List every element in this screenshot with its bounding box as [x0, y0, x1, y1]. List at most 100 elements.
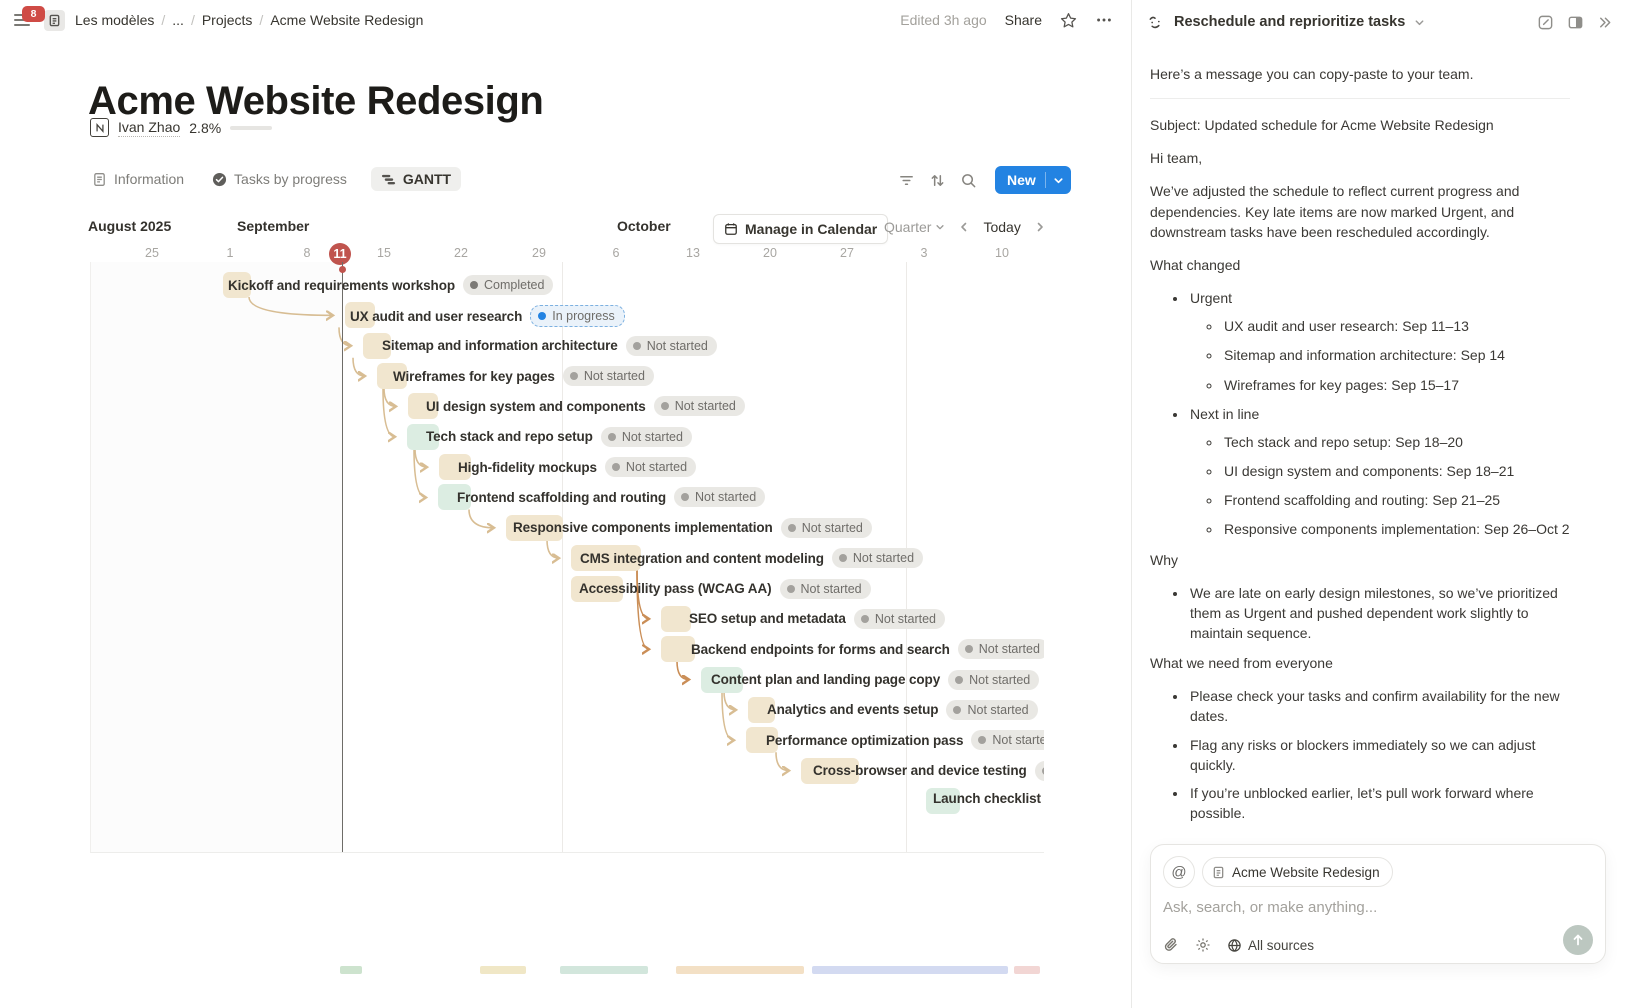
status-dot — [978, 736, 986, 744]
new-dropdown-chevron-icon[interactable] — [1046, 175, 1071, 186]
status-label: Not started — [992, 733, 1044, 747]
notification-badge[interactable]: 8 — [22, 6, 45, 22]
gantt-bar[interactable] — [661, 606, 691, 632]
breadcrumb-item[interactable]: Acme Website Redesign — [270, 12, 423, 28]
task-name: High-fidelity mockups — [458, 460, 597, 475]
prev-period-chevron-icon[interactable] — [958, 221, 970, 233]
bullet-item: Please check your tasks and confirm avai… — [1188, 686, 1570, 726]
task-row[interactable]: Tech stack and repo setupNot started — [426, 427, 692, 447]
today-button[interactable]: Today — [983, 219, 1020, 235]
panel-toggle-icon[interactable] — [1567, 14, 1584, 31]
dependency-edge — [724, 692, 736, 710]
month-label: October — [617, 218, 671, 234]
task-row[interactable]: Cross-browser and device testingNot star… — [813, 761, 1044, 781]
status-badge: Completed — [463, 275, 553, 295]
task-row[interactable]: Performance optimization passNot started — [766, 730, 1044, 750]
all-sources-select[interactable]: All sources — [1227, 938, 1314, 953]
status-badge: Not started — [563, 366, 654, 386]
breadcrumb-item[interactable]: ... — [172, 12, 184, 28]
message-paragraph: We’ve adjusted the schedule to reflect c… — [1150, 181, 1570, 241]
task-row[interactable]: CMS integration and content modelingNot … — [580, 548, 923, 568]
message-closing: Thanks all for the quick pivots and focu… — [1150, 833, 1570, 836]
ai-face-icon — [1146, 13, 1165, 32]
share-button[interactable]: Share — [1005, 12, 1042, 28]
breadcrumb-item[interactable]: Les modèles — [75, 12, 154, 28]
task-name: Accessibility pass (WCAG AA) — [579, 581, 772, 596]
task-row[interactable]: Content plan and landing page copyNot st… — [711, 670, 1039, 690]
zoom-level-label: Quarter — [884, 219, 931, 235]
collapse-double-chevron-icon[interactable] — [1597, 15, 1612, 30]
sort-icon[interactable] — [929, 172, 946, 189]
thread-chevron-down-icon[interactable] — [1414, 17, 1425, 28]
breadcrumb-item[interactable]: Projects — [202, 12, 253, 28]
chat-input[interactable]: Ask, search, or make anything... — [1163, 899, 1593, 916]
ai-message-body: Here’s a message you can copy-paste to y… — [1132, 54, 1626, 836]
status-badge: Not started — [948, 670, 1039, 690]
dependency-edge — [547, 540, 559, 558]
dependency-edge — [339, 327, 351, 345]
task-row[interactable]: Kickoff and requirements workshopComplet… — [228, 275, 553, 295]
task-row[interactable]: Launch checklist a — [933, 791, 1044, 806]
task-row[interactable]: Accessibility pass (WCAG AA)Not started — [579, 579, 871, 599]
manage-in-calendar-label: Manage in Calendar — [745, 221, 877, 237]
task-row[interactable]: UI design system and componentsNot start… — [426, 396, 745, 416]
next-period-chevron-icon[interactable] — [1034, 221, 1046, 233]
date-tick: 27 — [840, 246, 854, 260]
assignee-mention[interactable]: Ivan Zhao — [118, 119, 180, 137]
breadcrumb-separator: / — [191, 12, 195, 28]
document-icon — [92, 172, 107, 187]
context-page-chip[interactable]: Acme Website Redesign — [1202, 857, 1393, 887]
status-label: Not started — [622, 430, 683, 444]
status-label: Not started — [875, 612, 936, 626]
tab-label: GANTT — [403, 171, 451, 187]
attachment-paperclip-icon[interactable] — [1163, 937, 1179, 953]
bullet-item: Flag any risks or blockers immediately s… — [1188, 735, 1570, 775]
date-tick: 20 — [763, 246, 777, 260]
filter-icon[interactable] — [898, 172, 915, 189]
ai-thread-title[interactable]: Reschedule and reprioritize tasks — [1174, 14, 1405, 30]
search-icon[interactable] — [960, 172, 977, 189]
status-dot — [788, 524, 796, 532]
zoom-level-select[interactable]: Quarter — [884, 219, 945, 235]
send-button[interactable] — [1563, 925, 1593, 955]
status-dot — [612, 463, 620, 471]
status-badge: Not started — [654, 396, 745, 416]
compose-icon[interactable] — [1537, 14, 1554, 31]
task-row[interactable]: Analytics and events setupNot started — [767, 700, 1038, 720]
status-badge: Not started — [626, 336, 717, 356]
ai-model-icon[interactable] — [1195, 937, 1211, 953]
status-dot — [538, 312, 546, 320]
date-tick: 22 — [454, 246, 468, 260]
task-row[interactable]: High-fidelity mockupsNot started — [458, 457, 696, 477]
date-tick: 29 — [532, 246, 546, 260]
task-row[interactable]: Backend endpoints for forms and searchNo… — [691, 639, 1044, 659]
manage-in-calendar-button[interactable]: Manage in Calendar — [713, 214, 888, 244]
date-tick: 13 — [686, 246, 700, 260]
task-row[interactable]: SEO setup and metadataNot started — [689, 609, 945, 629]
sidebar-toggle-icon[interactable]: 8 — [14, 10, 36, 30]
task-row[interactable]: Wireframes for key pagesNot started — [393, 366, 654, 386]
task-row[interactable]: UX audit and user researchIn progress — [350, 305, 625, 327]
tab-gantt[interactable]: GANTT — [371, 167, 461, 191]
tab-tasks-by-progress[interactable]: Tasks by progress — [208, 167, 351, 191]
ai-intro-text: Here’s a message you can copy-paste to y… — [1150, 64, 1570, 84]
ai-chat-input-card: @ Acme Website Redesign Ask, search, or … — [1150, 844, 1606, 964]
status-badge: Not started — [854, 609, 945, 629]
status-badge: Not started — [674, 487, 765, 507]
task-row[interactable]: Responsive components implementationNot … — [513, 518, 872, 538]
tab-information[interactable]: Information — [88, 167, 188, 191]
new-button[interactable]: New — [995, 166, 1071, 194]
more-options-icon[interactable] — [1095, 11, 1113, 29]
gantt-bar[interactable] — [661, 636, 695, 662]
task-row[interactable]: Frontend scaffolding and routingNot star… — [457, 487, 765, 507]
dependency-edge — [469, 509, 494, 527]
task-row[interactable]: Sitemap and information architectureNot … — [382, 336, 717, 356]
all-sources-label: All sources — [1248, 938, 1314, 953]
status-dot — [839, 554, 847, 562]
mention-button[interactable]: @ — [1163, 856, 1195, 888]
favorite-star-icon[interactable] — [1060, 12, 1077, 29]
status-dot — [661, 402, 669, 410]
view-controls: New — [898, 166, 1071, 194]
sub-bullet-item: Wireframes for key pages: Sep 15–17 — [1222, 375, 1570, 395]
gantt-icon — [381, 172, 396, 187]
